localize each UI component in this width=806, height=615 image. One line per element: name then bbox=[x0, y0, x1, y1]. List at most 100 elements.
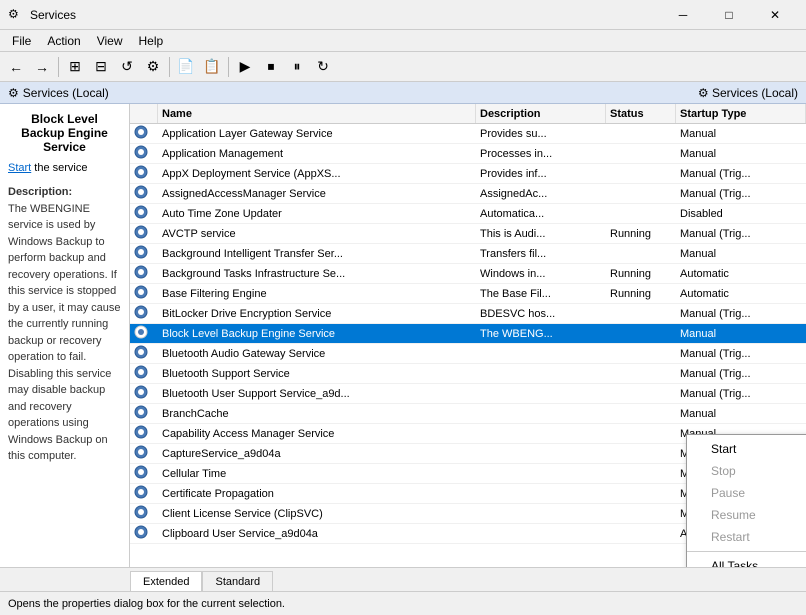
row-name: Background Tasks Infrastructure Se... bbox=[158, 268, 476, 280]
table-row[interactable]: Bluetooth Audio Gateway Service Manual (… bbox=[130, 344, 806, 364]
restart-button[interactable]: ↻ bbox=[311, 55, 335, 79]
row-startup: Manual (Trig... bbox=[676, 188, 806, 200]
menu-view[interactable]: View bbox=[89, 30, 131, 52]
header-name[interactable]: Name bbox=[158, 104, 476, 123]
table-row[interactable]: Background Intelligent Transfer Ser... T… bbox=[130, 244, 806, 264]
row-name: Clipboard User Service_a9d04a bbox=[158, 528, 476, 540]
forward-button[interactable]: → bbox=[30, 55, 54, 79]
row-name: Bluetooth Support Service bbox=[158, 368, 476, 380]
start-link[interactable]: Start bbox=[8, 162, 31, 174]
row-description: The Base Fil... bbox=[476, 288, 606, 300]
row-description: Provides inf... bbox=[476, 168, 606, 180]
context-menu-restart: Restart bbox=[687, 526, 806, 548]
row-icon bbox=[130, 385, 158, 402]
toolbar-btn-1[interactable]: ⊞ bbox=[63, 55, 87, 79]
toolbar-btn-5[interactable]: 📄 bbox=[174, 55, 198, 79]
table-header: Name Description Status Startup Type bbox=[130, 104, 806, 124]
nav-header-right: ⚙ Services (Local) bbox=[698, 86, 798, 100]
minimize-button[interactable]: ─ bbox=[660, 0, 706, 30]
row-description: Automatica... bbox=[476, 208, 606, 220]
app-icon: ⚙ bbox=[8, 7, 24, 23]
table-row[interactable]: Base Filtering Engine The Base Fil... Ru… bbox=[130, 284, 806, 304]
row-icon bbox=[130, 425, 158, 442]
context-menu: Start Stop Pause Resume Restart All Task… bbox=[686, 434, 806, 567]
table-row[interactable]: AppX Deployment Service (AppXS... Provid… bbox=[130, 164, 806, 184]
menu-help[interactable]: Help bbox=[131, 30, 172, 52]
context-menu-all-tasks[interactable]: All Tasks bbox=[687, 555, 806, 567]
desc-text: The WBENGINE service is used by Windows … bbox=[8, 203, 121, 463]
row-name: Bluetooth User Support Service_a9d... bbox=[158, 388, 476, 400]
menu-action[interactable]: Action bbox=[39, 30, 88, 52]
window-title: Services bbox=[30, 8, 660, 22]
menu-file[interactable]: File bbox=[4, 30, 39, 52]
context-menu-start[interactable]: Start bbox=[687, 438, 806, 460]
row-description: Processes in... bbox=[476, 148, 606, 160]
row-icon bbox=[130, 525, 158, 542]
row-description: The WBENG... bbox=[476, 328, 606, 340]
row-icon bbox=[130, 485, 158, 502]
row-name: Application Layer Gateway Service bbox=[158, 128, 476, 140]
row-name: Capability Access Manager Service bbox=[158, 428, 476, 440]
row-description: BDESVC hos... bbox=[476, 308, 606, 320]
nav-header-left: Services (Local) bbox=[23, 86, 109, 100]
toolbar-separator-2 bbox=[169, 57, 170, 77]
header-description[interactable]: Description bbox=[476, 104, 606, 123]
status-text: Opens the properties dialog box for the … bbox=[8, 598, 285, 610]
row-icon bbox=[130, 145, 158, 162]
row-icon bbox=[130, 165, 158, 182]
maximize-button[interactable]: □ bbox=[706, 0, 752, 30]
row-description: This is Audi... bbox=[476, 228, 606, 240]
row-description: AssignedAc... bbox=[476, 188, 606, 200]
stop-button[interactable]: ⏹ bbox=[259, 55, 283, 79]
row-name: Certificate Propagation bbox=[158, 488, 476, 500]
start-link-area: Start the service bbox=[8, 162, 121, 174]
header-status[interactable]: Status bbox=[606, 104, 676, 123]
row-startup: Manual (Trig... bbox=[676, 228, 806, 240]
row-name: Base Filtering Engine bbox=[158, 288, 476, 300]
table-row[interactable]: BranchCache Manual bbox=[130, 404, 806, 424]
table-row[interactable]: Bluetooth Support Service Manual (Trig..… bbox=[130, 364, 806, 384]
row-icon bbox=[130, 285, 158, 302]
row-icon bbox=[130, 305, 158, 322]
table-row[interactable]: Bluetooth User Support Service_a9d... Ma… bbox=[130, 384, 806, 404]
tab-extended[interactable]: Extended bbox=[130, 571, 202, 591]
header-startup[interactable]: Startup Type bbox=[676, 104, 806, 123]
pause-button[interactable]: ⏸ bbox=[285, 55, 309, 79]
row-startup: Manual (Trig... bbox=[676, 308, 806, 320]
play-button[interactable]: ▶ bbox=[233, 55, 257, 79]
service-description: Description: The WBENGINE service is use… bbox=[8, 184, 121, 465]
window-controls: ─ □ ✕ bbox=[660, 0, 798, 30]
table-row[interactable]: BitLocker Drive Encryption Service BDESV… bbox=[130, 304, 806, 324]
table-row[interactable]: AssignedAccessManager Service AssignedAc… bbox=[130, 184, 806, 204]
table-row[interactable]: Background Tasks Infrastructure Se... Wi… bbox=[130, 264, 806, 284]
right-panel: Name Description Status Startup Type App… bbox=[130, 104, 806, 567]
toolbar-btn-4[interactable]: ⚙ bbox=[141, 55, 165, 79]
table-row[interactable]: Auto Time Zone Updater Automatica... Dis… bbox=[130, 204, 806, 224]
menu-bar: File Action View Help bbox=[0, 30, 806, 52]
row-startup: Manual bbox=[676, 148, 806, 160]
context-menu-resume: Resume bbox=[687, 504, 806, 526]
row-name: BitLocker Drive Encryption Service bbox=[158, 308, 476, 320]
row-name: AVCTP service bbox=[158, 228, 476, 240]
back-button[interactable]: ← bbox=[4, 55, 28, 79]
close-button[interactable]: ✕ bbox=[752, 0, 798, 30]
table-row[interactable]: Block Level Backup Engine Service The WB… bbox=[130, 324, 806, 344]
selected-service-title: Block Level Backup Engine Service bbox=[8, 112, 121, 154]
row-startup: Manual (Trig... bbox=[676, 168, 806, 180]
row-status: Running bbox=[606, 288, 676, 300]
row-startup: Manual bbox=[676, 328, 806, 340]
row-icon bbox=[130, 205, 158, 222]
row-startup: Manual bbox=[676, 128, 806, 140]
toolbar-btn-6[interactable]: 📋 bbox=[200, 55, 224, 79]
row-name: Cellular Time bbox=[158, 468, 476, 480]
table-row[interactable]: Application Management Processes in... M… bbox=[130, 144, 806, 164]
toolbar-separator-3 bbox=[228, 57, 229, 77]
toolbar-btn-3[interactable]: ↺ bbox=[115, 55, 139, 79]
table-row[interactable]: Application Layer Gateway Service Provid… bbox=[130, 124, 806, 144]
tab-standard[interactable]: Standard bbox=[202, 571, 273, 591]
table-row[interactable]: AVCTP service This is Audi... Running Ma… bbox=[130, 224, 806, 244]
header-icon[interactable] bbox=[130, 104, 158, 123]
toolbar-btn-2[interactable]: ⊟ bbox=[89, 55, 113, 79]
row-startup: Manual (Trig... bbox=[676, 348, 806, 360]
row-icon bbox=[130, 365, 158, 382]
